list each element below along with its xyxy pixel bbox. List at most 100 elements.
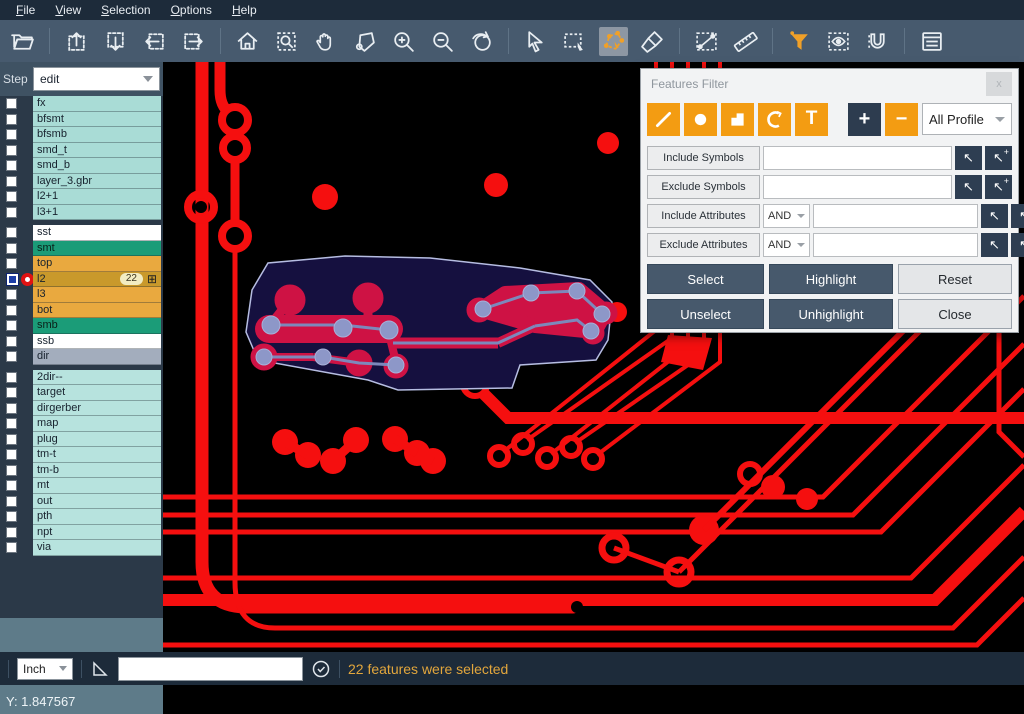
layer-checkbox[interactable] xyxy=(6,273,19,286)
include-symbols-button[interactable]: Include Symbols xyxy=(647,146,760,170)
layer-checkbox[interactable] xyxy=(6,305,17,316)
layer-row-bot[interactable]: bot xyxy=(0,303,163,319)
layer-checkbox[interactable] xyxy=(6,243,17,254)
pick-add-symbol-button[interactable]: ↖+ xyxy=(985,175,1012,199)
layer-checkbox[interactable] xyxy=(6,336,17,347)
layer-row-pth[interactable]: pth xyxy=(0,509,163,525)
exclude-attributes-button[interactable]: Exclude Attributes xyxy=(647,233,760,257)
output-right-icon[interactable] xyxy=(179,27,208,56)
layer-checkbox[interactable] xyxy=(6,527,17,538)
layer-row-2dir--[interactable]: 2dir-- xyxy=(0,370,163,386)
layer-checkbox[interactable] xyxy=(6,176,17,187)
ruler-icon[interactable] xyxy=(731,27,760,56)
pick-add-attribute-button[interactable]: ↖+ xyxy=(1011,233,1024,257)
layer-row-l3+1[interactable]: l3+1 xyxy=(0,205,163,221)
layer-checkbox[interactable] xyxy=(6,207,17,218)
arc-feature-button[interactable] xyxy=(758,103,791,136)
unhighlight-button[interactable]: Unhighlight xyxy=(769,299,893,329)
layer-checkbox[interactable] xyxy=(6,403,17,414)
output-down-icon[interactable] xyxy=(101,27,130,56)
layer-row-top[interactable]: top xyxy=(0,256,163,272)
menu-selection[interactable]: Selection xyxy=(91,0,160,20)
pick-symbol-button[interactable]: ↖ xyxy=(955,175,982,199)
layer-row-ssb[interactable]: ssb xyxy=(0,334,163,350)
layer-checkbox[interactable] xyxy=(6,372,17,383)
profile-select[interactable]: All Profile xyxy=(922,103,1012,135)
grid-icon[interactable]: ⊞ xyxy=(147,272,157,286)
layer-checkbox[interactable] xyxy=(6,434,17,445)
layer-row-smd_t[interactable]: smd_t xyxy=(0,143,163,159)
home-icon[interactable] xyxy=(233,27,262,56)
select-polygon-icon[interactable] xyxy=(599,27,628,56)
layer-checkbox[interactable] xyxy=(6,465,17,476)
layer-row-smb[interactable]: smb xyxy=(0,318,163,334)
measure-line-icon[interactable] xyxy=(692,27,721,56)
pick-add-attribute-button[interactable]: ↖+ xyxy=(1011,204,1024,228)
layer-checkbox[interactable] xyxy=(6,160,17,171)
layer-row-plug[interactable]: plug xyxy=(0,432,163,448)
layer-row-smt[interactable]: smt xyxy=(0,241,163,257)
layer-row-fx[interactable]: fx xyxy=(0,96,163,112)
layer-row-smd_b[interactable]: smd_b xyxy=(0,158,163,174)
pick-add-symbol-button[interactable]: ↖+ xyxy=(985,146,1012,170)
command-input[interactable] xyxy=(118,657,303,681)
open-icon[interactable] xyxy=(8,27,37,56)
snap-magnet-icon[interactable] xyxy=(863,27,892,56)
include-attributes-input[interactable] xyxy=(813,204,978,228)
clear-brush-icon[interactable] xyxy=(638,27,667,56)
layer-row-mt[interactable]: mt xyxy=(0,478,163,494)
include-attributes-button[interactable]: Include Attributes xyxy=(647,204,760,228)
dialog-titlebar[interactable]: Features Filter x xyxy=(647,69,1012,99)
layer-checkbox[interactable] xyxy=(6,114,17,125)
pan-hand-icon[interactable] xyxy=(311,27,340,56)
layer-row-out[interactable]: out xyxy=(0,494,163,510)
layer-checkbox[interactable] xyxy=(6,418,17,429)
remove-filter-button[interactable]: − xyxy=(885,103,918,136)
refresh-check-icon[interactable] xyxy=(311,659,331,679)
layers-panel-icon[interactable] xyxy=(917,27,946,56)
layer-row-l2+1[interactable]: l2+1 xyxy=(0,189,163,205)
zoom-window-icon[interactable] xyxy=(272,27,301,56)
pad-feature-button[interactable] xyxy=(684,103,717,136)
layer-checkbox[interactable] xyxy=(6,542,17,553)
exclude-symbols-input[interactable] xyxy=(763,175,952,199)
add-filter-button[interactable]: + xyxy=(848,103,881,136)
layer-checkbox[interactable] xyxy=(6,289,17,300)
layer-row-l2[interactable]: l222⊞ xyxy=(0,272,163,288)
layer-checkbox[interactable] xyxy=(6,129,17,140)
layer-row-dir[interactable]: dir xyxy=(0,349,163,365)
layer-checkbox[interactable] xyxy=(6,511,17,522)
include-symbols-input[interactable] xyxy=(763,146,952,170)
pick-attribute-button[interactable]: ↖ xyxy=(981,204,1008,228)
exclude-attributes-op-select[interactable]: AND xyxy=(763,233,810,257)
layer-row-via[interactable]: via xyxy=(0,540,163,556)
unselect-button[interactable]: Unselect xyxy=(647,299,764,329)
layer-checkbox[interactable] xyxy=(6,480,17,491)
exclude-symbols-button[interactable]: Exclude Symbols xyxy=(647,175,760,199)
menu-file[interactable]: File xyxy=(6,0,45,20)
select-button[interactable]: Select xyxy=(647,264,764,294)
layer-row-bfsmb[interactable]: bfsmb xyxy=(0,127,163,143)
layer-row-dirgerber[interactable]: dirgerber xyxy=(0,401,163,417)
layer-checkbox[interactable] xyxy=(6,98,17,109)
close-button[interactable]: Close xyxy=(898,299,1012,329)
layer-row-layer_3.gbr[interactable]: layer_3.gbr xyxy=(0,174,163,190)
layer-row-npt[interactable]: npt xyxy=(0,525,163,541)
layer-checkbox[interactable] xyxy=(6,320,17,331)
layer-checkbox[interactable] xyxy=(6,145,17,156)
text-feature-button[interactable]: T xyxy=(795,103,828,136)
layer-checkbox[interactable] xyxy=(6,191,17,202)
menu-options[interactable]: Options xyxy=(161,0,222,20)
zoom-out-icon[interactable] xyxy=(428,27,457,56)
zoom-drag-icon[interactable] xyxy=(350,27,379,56)
zoom-in-icon[interactable] xyxy=(389,27,418,56)
layer-checkbox[interactable] xyxy=(6,351,17,362)
surface-feature-button[interactable] xyxy=(721,103,754,136)
close-icon[interactable]: x xyxy=(986,72,1012,96)
units-select[interactable]: Inch xyxy=(17,658,73,680)
line-feature-button[interactable] xyxy=(647,103,680,136)
angle-corner-icon[interactable] xyxy=(90,659,110,679)
output-left-icon[interactable] xyxy=(140,27,169,56)
pick-symbol-button[interactable]: ↖ xyxy=(955,146,982,170)
zoom-previous-icon[interactable] xyxy=(467,27,496,56)
